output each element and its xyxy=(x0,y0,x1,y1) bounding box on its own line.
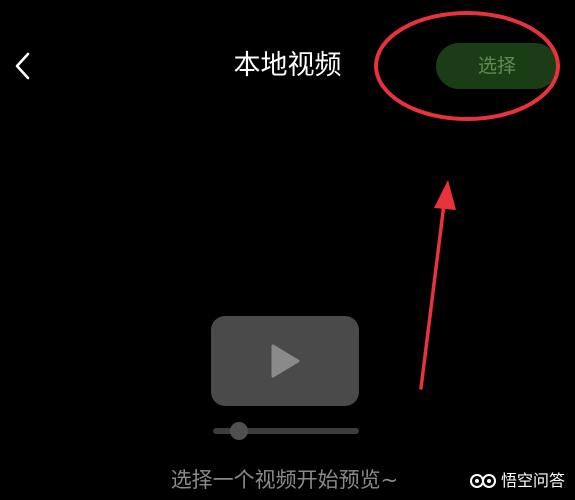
annotation-arrow-head xyxy=(434,180,456,210)
video-preview-placeholder xyxy=(211,316,359,406)
video-progress-knob[interactable] xyxy=(230,422,248,440)
play-icon xyxy=(271,344,300,378)
watermark: 悟空问答 xyxy=(469,468,565,494)
wukong-logo-icon xyxy=(469,474,496,488)
watermark-text: 悟空问答 xyxy=(500,471,565,490)
annotation-arrow-shaft xyxy=(419,202,446,390)
top-bar: 本地视频 选择 xyxy=(0,0,575,130)
select-button[interactable]: 选择 xyxy=(436,43,558,89)
